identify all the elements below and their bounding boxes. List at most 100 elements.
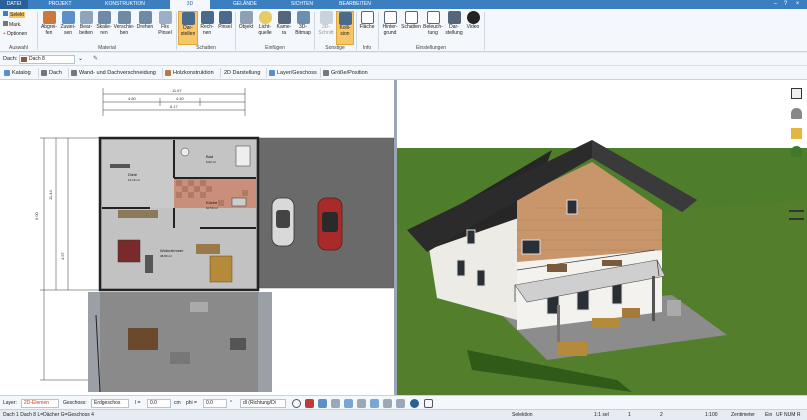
house-shadow-icon xyxy=(404,11,418,24)
floor-label: Geschoss: xyxy=(63,400,87,406)
rotate-material-button[interactable]: Drehen xyxy=(135,11,155,45)
line-icon[interactable] xyxy=(383,399,392,408)
insert-object-button[interactable]: Objekt xyxy=(237,11,255,45)
button-label: Flis Pinsel xyxy=(158,24,172,36)
help-icon[interactable]: ? xyxy=(782,1,789,8)
layer-label: Layer: xyxy=(3,400,17,406)
roof-dropdown[interactable]: Dach 8 xyxy=(19,55,75,64)
button-label: Fläche xyxy=(359,24,375,30)
tab-datei[interactable]: DATEI xyxy=(0,0,28,9)
settings-icon[interactable] xyxy=(424,399,433,408)
dim-label: 4.57 xyxy=(60,251,65,260)
room-label: Diele xyxy=(128,172,138,177)
length-input[interactable]: 0.0 xyxy=(147,399,171,408)
dim-label: 4.80 xyxy=(128,96,137,101)
tree-icon[interactable] xyxy=(791,146,802,157)
dim-label: 6.17 xyxy=(170,104,179,109)
tab-bearbeiten[interactable]: BEARBEITEN xyxy=(330,0,380,9)
button-label: Verschie-ben xyxy=(113,24,135,36)
background-button[interactable]: Hinter-grund xyxy=(380,11,400,45)
tab-konstruktion[interactable]: KONSTRUKTION xyxy=(95,0,155,9)
menu-tab-bar: DATEI PROJEKT KONSTRUKTION 3D GELÄNDE SI… xyxy=(0,0,807,9)
room-label: Wohnzimmer xyxy=(160,248,184,253)
button-label: Kolli-sion xyxy=(339,25,351,37)
material-palette-icon[interactable] xyxy=(791,128,802,139)
roof-dropdown-value: Dach 8 xyxy=(29,56,45,62)
pick-material-button[interactable]: Abgrei-fen xyxy=(39,11,59,45)
catalog-button[interactable]: Katalog xyxy=(2,68,36,78)
3d-section-button[interactable]: 3D-Schnitt xyxy=(316,11,336,45)
layers-icon[interactable] xyxy=(791,88,802,99)
floor-plan-view[interactable]: 11.67 4.80 4.40 6.17 9.00 11.44 4.57 Die… xyxy=(0,80,394,395)
group-einstellungen: Einstellungen xyxy=(415,45,447,51)
direction-dropdown[interactable]: dl (Richtung/Di xyxy=(240,399,286,408)
tab-projekt[interactable]: PROJEKT xyxy=(40,0,80,9)
tab-gelaende[interactable]: GELÄNDE xyxy=(225,0,265,9)
display-button[interactable]: Dar-stellung xyxy=(444,11,464,45)
insert-3d-bitmap-button[interactable]: 3D-Bitmap xyxy=(293,11,313,45)
timber-construction-button[interactable]: Holzkonstruktion xyxy=(162,68,218,78)
minimize-icon[interactable]: – xyxy=(772,1,779,8)
edit-icon xyxy=(79,11,93,24)
pen-icon[interactable] xyxy=(370,399,379,408)
dim-label: 11.67 xyxy=(172,88,182,93)
snap-icon[interactable] xyxy=(305,399,314,408)
roof-tab[interactable]: Dach xyxy=(38,68,66,78)
shadow-brush-button[interactable]: Pinsel xyxy=(216,11,234,45)
pipette-icon xyxy=(42,11,56,24)
tab-sichten[interactable]: SICHTEN xyxy=(282,0,322,9)
measure-icon[interactable] xyxy=(357,399,366,408)
chevron-down-icon[interactable]: ⌄ xyxy=(78,55,83,62)
collision-button[interactable]: Kolli-sion xyxy=(336,11,354,45)
roof-selector-bar: Dach: Dach 8 ⌄ ✎ xyxy=(0,53,807,66)
group-material: Material xyxy=(98,45,116,51)
size-position-button[interactable]: Größe/Position xyxy=(320,68,370,78)
insert-light-button[interactable]: Licht-quelle xyxy=(255,11,275,45)
grid-icon[interactable] xyxy=(318,399,327,408)
info-icon[interactable] xyxy=(410,399,419,408)
scale-material-button[interactable]: Skalie-ren xyxy=(95,11,113,45)
ortho-icon[interactable] xyxy=(331,399,340,408)
layer-dropdown[interactable]: 2D-Elemen xyxy=(21,399,59,408)
curve-icon[interactable] xyxy=(396,399,405,408)
select-button[interactable]: Selekt xyxy=(3,11,25,18)
tab-3d[interactable]: 3D xyxy=(170,0,210,9)
angle-input[interactable]: 0.0 xyxy=(203,399,227,408)
tool-tab-bar: Katalog Dach Wand- und Dachverschneidung… xyxy=(0,66,807,80)
lightbulb-icon xyxy=(258,11,272,24)
mark-button[interactable]: Mark. xyxy=(3,21,22,28)
insert-camera-button[interactable]: Kame-ra xyxy=(275,11,293,45)
shadow-settings-button[interactable]: Schatten xyxy=(400,11,422,45)
assign-material-button[interactable]: Zuwei-sen xyxy=(59,11,77,45)
hamburger-menu-icon[interactable] xyxy=(789,210,804,220)
options-bar: Layer: 2D-Elemen Geschoss: Erdgeschos l … xyxy=(0,395,807,409)
angle-snap-icon[interactable] xyxy=(344,399,353,408)
clock-icon[interactable] xyxy=(292,399,301,408)
button-label: Pinsel xyxy=(218,24,232,30)
pencil-icon[interactable]: ✎ xyxy=(93,55,98,62)
close-icon[interactable]: × xyxy=(794,1,801,8)
floor-dropdown[interactable]: Erdgeschos xyxy=(91,399,129,408)
edit-material-button[interactable]: Bear-beiten xyxy=(77,11,95,45)
chair-icon[interactable] xyxy=(791,108,802,119)
wall-roof-intersection-button[interactable]: Wand- und Dachverschneidung xyxy=(68,68,160,78)
room-area: 10.50 m² xyxy=(206,206,218,210)
bitmap-icon xyxy=(296,11,310,24)
show-shadow-button[interactable]: Dar-stellen xyxy=(178,11,198,45)
roof-label: Dach: xyxy=(3,56,18,62)
area-button[interactable]: Fläche xyxy=(358,11,376,45)
2d-display-button[interactable]: 2D Darstellung xyxy=(220,68,264,78)
lighting-button[interactable]: Beleuch-tung xyxy=(422,11,444,45)
mark-label: Mark. xyxy=(9,22,22,28)
calc-shadow-button[interactable]: Rech-nen xyxy=(198,11,216,45)
move-material-button[interactable]: Verschie-ben xyxy=(113,11,135,45)
section-icon xyxy=(319,11,333,24)
move-icon xyxy=(117,11,131,24)
collision-icon xyxy=(338,12,352,25)
3d-view[interactable] xyxy=(397,80,807,395)
room-area: 12.16 m² xyxy=(128,178,140,182)
video-button[interactable]: Video xyxy=(464,11,482,45)
layer-floor-button[interactable]: Layer/Geschoss xyxy=(266,68,318,78)
options-button[interactable]: +Optionen xyxy=(3,31,27,37)
tile-brush-button[interactable]: Flis Pinsel xyxy=(155,11,175,45)
